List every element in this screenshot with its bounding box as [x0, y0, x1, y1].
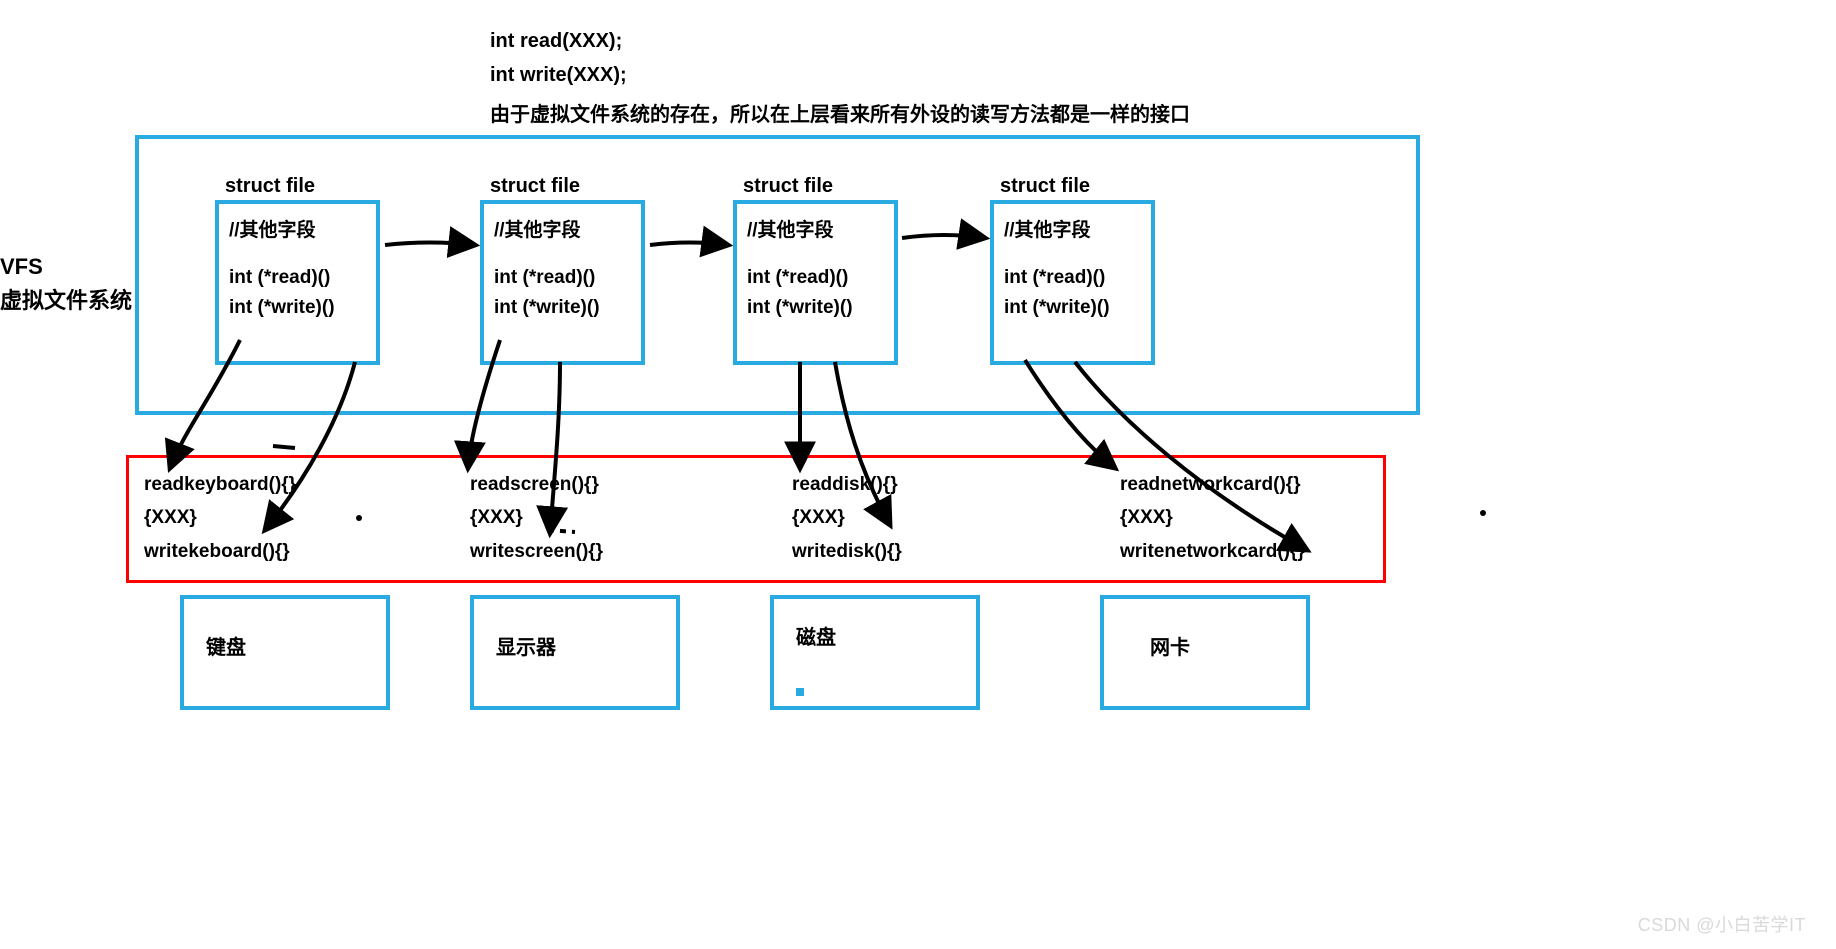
vfs-line2: 虚拟文件系统 [0, 288, 132, 313]
watermark: CSDN @小白苦学IT [1638, 911, 1806, 937]
header-write: int write(XXX); [490, 64, 627, 87]
driver-screen: readscreen(){} {XXX} writescreen(){} [470, 468, 603, 568]
header-desc: 由于虚拟文件系统的存在，所以在上层看来所有外设的读写方法都是一样的接口 [490, 98, 1190, 127]
kb-read: readkeyboard(){} [144, 474, 296, 495]
struct-box-2: //其他字段 int (*read)() int (*write)() [480, 200, 645, 365]
struct2-write: int (*write)() [494, 293, 631, 322]
disk-body: {XXX} [792, 507, 845, 528]
struct1-read: int (*read)() [229, 263, 366, 292]
struct-title-4: struct file [1000, 175, 1090, 198]
stray-mark-1 [273, 446, 295, 448]
kb-body: {XXX} [144, 507, 197, 528]
device-box-disk: 磁盘 [770, 595, 980, 710]
scr-body: {XXX} [470, 507, 523, 528]
stray-dot-2 [356, 515, 362, 521]
device-label-screen: 显示器 [496, 631, 556, 660]
driver-keyboard: readkeyboard(){} {XXX} writekeboard(){} [144, 468, 296, 568]
struct-title-1: struct file [225, 175, 315, 198]
scr-read: readscreen(){} [470, 474, 599, 495]
struct4-write: int (*write)() [1004, 293, 1141, 322]
struct2-read: int (*read)() [494, 263, 631, 292]
device-label-disk: 磁盘 [796, 621, 836, 650]
device-box-keyboard: 键盘 [180, 595, 390, 710]
disk-read: readdisk(){} [792, 474, 898, 495]
net-read: readnetworkcard(){} [1120, 474, 1301, 495]
stray-dot [1480, 510, 1486, 516]
device-box-screen: 显示器 [470, 595, 680, 710]
struct1-other: //其他字段 [229, 216, 366, 245]
disk-write: writedisk(){} [792, 541, 902, 562]
struct3-other: //其他字段 [747, 216, 884, 245]
struct4-read: int (*read)() [1004, 263, 1141, 292]
struct3-write: int (*write)() [747, 293, 884, 322]
dot-icon [796, 688, 804, 696]
struct2-other: //其他字段 [494, 216, 631, 245]
struct4-other: //其他字段 [1004, 216, 1141, 245]
driver-network: readnetworkcard(){} {XXX} writenetworkca… [1120, 468, 1305, 568]
device-label-keyboard: 键盘 [206, 631, 246, 660]
header-read: int read(XXX); [490, 30, 622, 53]
device-box-network: 网卡 [1100, 595, 1310, 710]
net-write: writenetworkcard(){} [1120, 541, 1305, 562]
device-label-network: 网卡 [1150, 631, 1190, 660]
scr-write: writescreen(){} [470, 541, 603, 562]
struct-title-2: struct file [490, 175, 580, 198]
net-body: {XXX} [1120, 507, 1173, 528]
struct-title-3: struct file [743, 175, 833, 198]
vfs-label: VFS 虚拟文件系统 [0, 250, 132, 318]
struct-box-4: //其他字段 int (*read)() int (*write)() [990, 200, 1155, 365]
struct1-write: int (*write)() [229, 293, 366, 322]
struct3-read: int (*read)() [747, 263, 884, 292]
vfs-line1: VFS [0, 254, 43, 279]
kb-write: writekeboard(){} [144, 541, 290, 562]
driver-disk: readdisk(){} {XXX} writedisk(){} [792, 468, 902, 568]
struct-box-1: //其他字段 int (*read)() int (*write)() [215, 200, 380, 365]
struct-box-3: //其他字段 int (*read)() int (*write)() [733, 200, 898, 365]
